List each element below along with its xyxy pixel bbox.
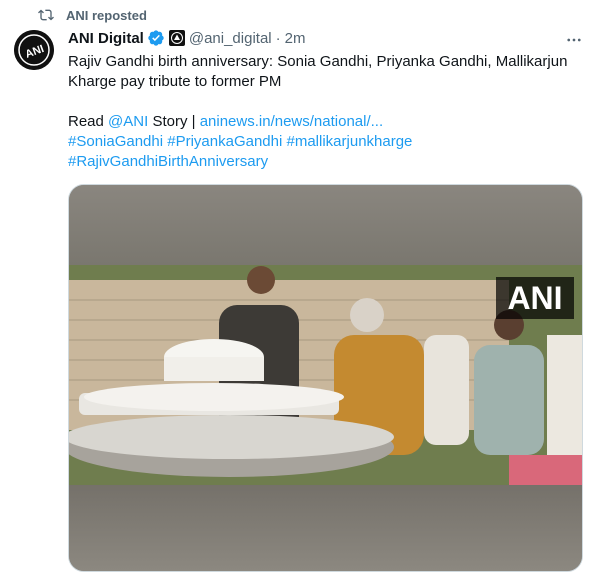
author-handle[interactable]: @ani_digital: [189, 30, 272, 47]
verified-badge-icon: [147, 29, 165, 47]
article-url-link[interactable]: aninews.in/news/national/...: [200, 113, 383, 130]
read-prefix: Read: [68, 113, 104, 130]
mention-link[interactable]: @ANI: [108, 113, 148, 130]
repost-label: ANI reposted: [66, 7, 147, 23]
author-header: ANI Digital @ani_digital · 2m: [68, 29, 305, 47]
repost-icon: [38, 9, 54, 21]
tweet-text: Rajiv Gandhi birth anniversary: Sonia Ga…: [68, 52, 588, 172]
more-button[interactable]: [562, 30, 586, 50]
hashtag-link[interactable]: #SoniaGandhi: [68, 133, 163, 150]
avatar[interactable]: ANI: [14, 30, 54, 70]
ani-logo: ANI: [14, 30, 54, 70]
separator-dot: ·: [275, 29, 281, 47]
affiliate-badge-icon: [168, 30, 185, 46]
video-frame: ANI: [69, 185, 582, 571]
tweet-body: Rajiv Gandhi birth anniversary: Sonia Ga…: [68, 53, 568, 90]
repost-header[interactable]: ANI reposted: [38, 7, 147, 23]
timestamp[interactable]: 2m: [285, 30, 306, 47]
hashtag-link[interactable]: #mallikarjunkharge: [287, 133, 413, 150]
author-name[interactable]: ANI Digital: [68, 30, 144, 47]
media-image[interactable]: ANI: [68, 184, 583, 572]
hashtag-link[interactable]: #RajivGandhiBirthAnniversary: [68, 153, 268, 170]
story-label: Story |: [152, 113, 196, 130]
more-icon: [567, 38, 581, 42]
ani-watermark: ANI: [507, 280, 562, 316]
hashtag-link[interactable]: #PriyankaGandhi: [167, 133, 282, 150]
